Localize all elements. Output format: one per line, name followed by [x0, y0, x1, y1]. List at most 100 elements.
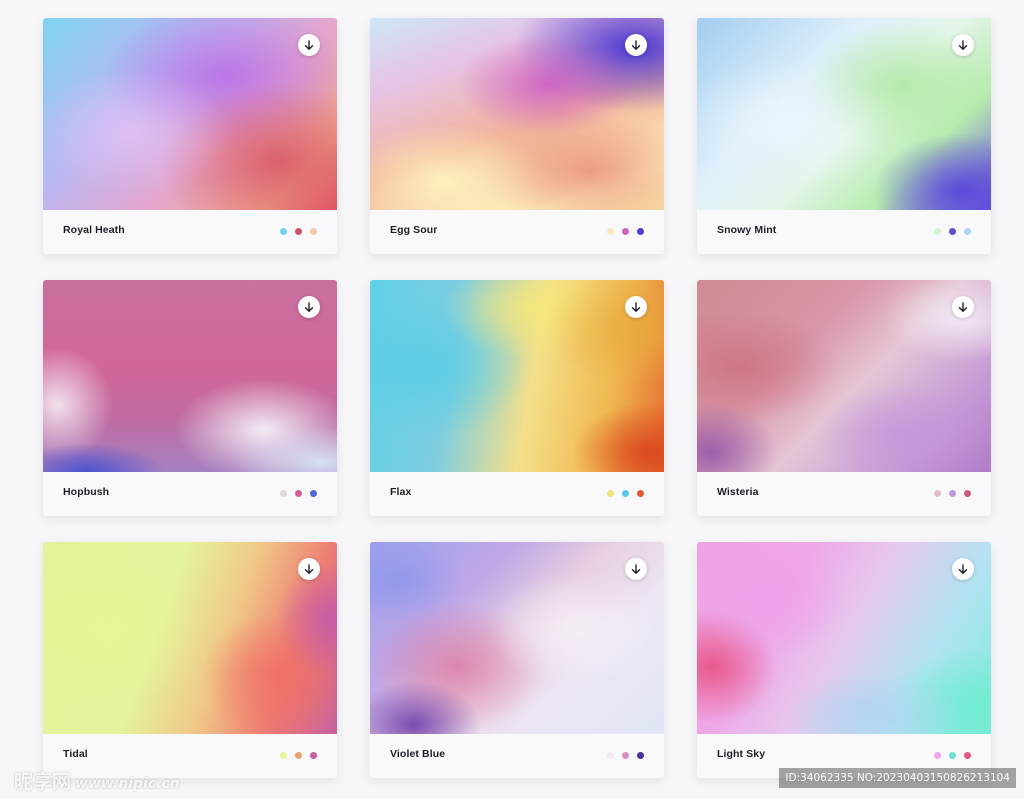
swatch-dot[interactable]	[622, 228, 629, 235]
card-footer: Wisteria	[697, 472, 991, 516]
swatch-dot[interactable]	[295, 752, 302, 759]
gradient-preview[interactable]	[43, 18, 337, 210]
download-arrow-icon	[958, 563, 968, 574]
color-swatches	[607, 752, 644, 759]
gradient-gallery: Royal Heath Egg Sour Snowy Mint Hopbush …	[0, 0, 1024, 799]
gradient-preview[interactable]	[370, 280, 664, 472]
gradient-name: Egg Sour	[390, 224, 438, 236]
gradient-name: Violet Blue	[390, 748, 446, 760]
download-button[interactable]	[298, 34, 320, 56]
swatch-dot[interactable]	[934, 752, 941, 759]
gradient-card[interactable]: Tidal	[43, 542, 337, 778]
gradient-card[interactable]: Royal Heath	[43, 18, 337, 254]
color-swatches	[607, 228, 644, 235]
gradient-preview[interactable]	[697, 280, 991, 472]
download-arrow-icon	[958, 39, 968, 50]
download-arrow-icon	[631, 301, 641, 312]
swatch-dot[interactable]	[607, 228, 614, 235]
download-arrow-icon	[631, 563, 641, 574]
gradient-blob	[43, 542, 337, 734]
swatch-dot[interactable]	[310, 752, 317, 759]
card-footer: Snowy Mint	[697, 210, 991, 254]
swatch-dot[interactable]	[295, 228, 302, 235]
color-swatches	[607, 490, 644, 497]
download-button[interactable]	[952, 558, 974, 580]
gradient-preview[interactable]	[370, 18, 664, 210]
download-arrow-icon	[958, 301, 968, 312]
card-footer: Flax	[370, 472, 664, 516]
gradient-name: Tidal	[63, 748, 88, 760]
gradient-name: Royal Heath	[63, 224, 125, 236]
card-footer: Egg Sour	[370, 210, 664, 254]
swatch-dot[interactable]	[964, 228, 971, 235]
swatch-dot[interactable]	[934, 228, 941, 235]
swatch-dot[interactable]	[964, 490, 971, 497]
gradient-card[interactable]: Light Sky	[697, 542, 991, 778]
gradient-preview[interactable]	[697, 18, 991, 210]
download-button[interactable]	[298, 296, 320, 318]
swatch-dot[interactable]	[310, 490, 317, 497]
download-arrow-icon	[304, 39, 314, 50]
color-swatches	[934, 752, 971, 759]
download-button[interactable]	[625, 34, 647, 56]
swatch-dot[interactable]	[637, 752, 644, 759]
color-swatches	[280, 490, 317, 497]
gradient-name: Light Sky	[717, 748, 766, 760]
download-arrow-icon	[631, 39, 641, 50]
swatch-dot[interactable]	[295, 490, 302, 497]
gradient-name: Flax	[390, 486, 412, 498]
gradient-preview[interactable]	[43, 280, 337, 472]
watermark-logo: 昵享网 www.nipic.cn	[14, 767, 180, 794]
swatch-dot[interactable]	[637, 490, 644, 497]
download-arrow-icon	[304, 563, 314, 574]
gradient-blob	[697, 280, 991, 472]
swatch-dot[interactable]	[637, 228, 644, 235]
gradient-preview[interactable]	[697, 542, 991, 734]
swatch-dot[interactable]	[964, 752, 971, 759]
download-button[interactable]	[952, 34, 974, 56]
download-button[interactable]	[952, 296, 974, 318]
swatch-dot[interactable]	[280, 228, 287, 235]
gradient-blob	[370, 18, 664, 210]
swatch-dot[interactable]	[622, 752, 629, 759]
gradient-blob	[697, 542, 991, 734]
gradient-name: Snowy Mint	[717, 224, 777, 236]
color-swatches	[934, 490, 971, 497]
swatch-dot[interactable]	[949, 490, 956, 497]
swatch-dot[interactable]	[280, 752, 287, 759]
gradient-preview[interactable]	[370, 542, 664, 734]
gradient-blob	[43, 18, 337, 210]
swatch-dot[interactable]	[310, 228, 317, 235]
download-button[interactable]	[298, 558, 320, 580]
watermark-id: ID:34062335 NO:20230403150826213104	[779, 768, 1016, 788]
swatch-dot[interactable]	[280, 490, 287, 497]
swatch-dot[interactable]	[934, 490, 941, 497]
gradient-card[interactable]: Violet Blue	[370, 542, 664, 778]
swatch-dot[interactable]	[607, 490, 614, 497]
download-button[interactable]	[625, 558, 647, 580]
gradient-blob	[43, 280, 337, 472]
card-footer: Violet Blue	[370, 734, 664, 778]
card-footer: Royal Heath	[43, 210, 337, 254]
gradient-card[interactable]: Hopbush	[43, 280, 337, 516]
gradient-preview[interactable]	[43, 542, 337, 734]
download-button[interactable]	[625, 296, 647, 318]
swatch-dot[interactable]	[949, 228, 956, 235]
gradient-card[interactable]: Egg Sour	[370, 18, 664, 254]
gradient-card[interactable]: Flax	[370, 280, 664, 516]
gradient-name: Hopbush	[63, 486, 110, 498]
swatch-dot[interactable]	[949, 752, 956, 759]
card-footer: Hopbush	[43, 472, 337, 516]
gradient-card[interactable]: Wisteria	[697, 280, 991, 516]
color-swatches	[280, 228, 317, 235]
gradient-blob	[370, 280, 664, 472]
watermark-url: www.nipic.cn	[75, 776, 180, 792]
swatch-dot[interactable]	[622, 490, 629, 497]
gradient-blob	[697, 18, 991, 210]
swatch-dot[interactable]	[607, 752, 614, 759]
download-arrow-icon	[304, 301, 314, 312]
color-swatches	[934, 228, 971, 235]
watermark-logo-text: 昵享网	[14, 771, 72, 793]
gradient-blob	[370, 542, 664, 734]
gradient-card[interactable]: Snowy Mint	[697, 18, 991, 254]
